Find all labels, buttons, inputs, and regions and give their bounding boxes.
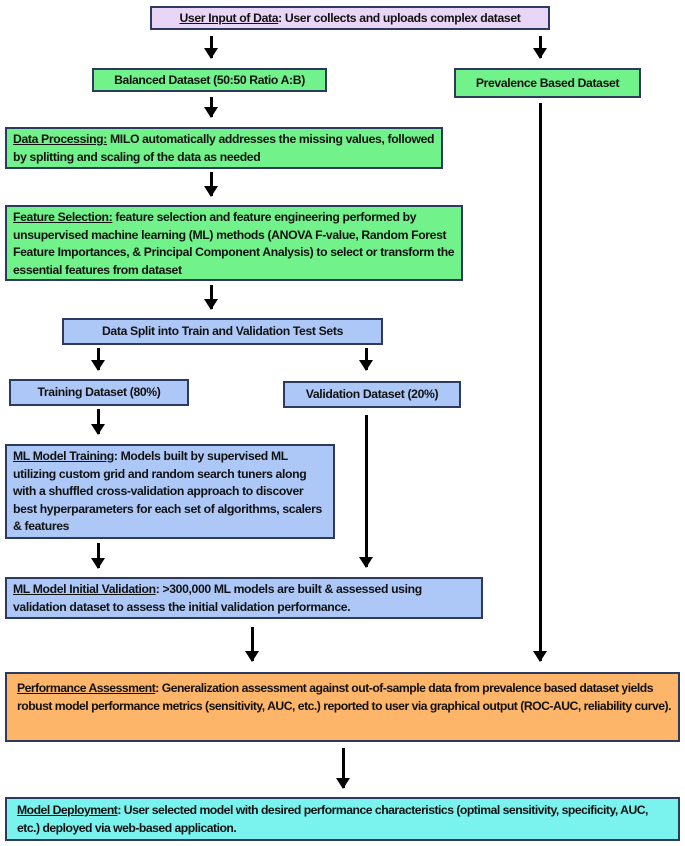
arrow-prevalence-to-performance bbox=[533, 103, 547, 662]
model-deployment-node: Model Deployment: User selected model wi… bbox=[5, 797, 680, 841]
data-split-node: Data Split into Train and Validation Tes… bbox=[62, 318, 383, 345]
node-text: Data Split into Train and Validation Tes… bbox=[101, 324, 343, 338]
node-title: Model Deployment bbox=[17, 803, 118, 817]
arrow-split-to-validation bbox=[359, 348, 373, 371]
user-input-node: User Input of Data: User collects and up… bbox=[150, 6, 550, 30]
node-text: User collects and uploads complex datase… bbox=[281, 11, 521, 25]
node-text: Validation Dataset (20%) bbox=[305, 387, 439, 401]
arrow-model-training-to-initial-validation bbox=[91, 543, 105, 569]
ml-model-training-node: ML Model Training: Models built by super… bbox=[5, 444, 335, 539]
performance-assessment-node: Performance Assessment: Generalization a… bbox=[5, 672, 680, 742]
arrow-input-to-prevalence bbox=[533, 36, 547, 59]
node-text: Prevalence Based Dataset bbox=[475, 76, 620, 90]
validation-dataset-node: Validation Dataset (20%) bbox=[283, 381, 461, 408]
node-title: Data Processing: bbox=[13, 132, 107, 146]
node-title: Feature Selection: bbox=[13, 210, 113, 224]
arrow-initial-validation-to-performance bbox=[245, 627, 259, 662]
arrow-processing-to-features bbox=[204, 172, 218, 197]
node-title: User Input of Data bbox=[179, 11, 279, 25]
feature-selection-node: Feature Selection: feature selection and… bbox=[5, 205, 463, 281]
node-title: ML Model Training bbox=[13, 449, 114, 463]
node-title: ML Model Initial Validation bbox=[13, 582, 156, 596]
balanced-dataset-node: Balanced Dataset (50:50 Ratio A:B) bbox=[92, 68, 327, 92]
prevalence-dataset-node: Prevalence Based Dataset bbox=[454, 68, 641, 98]
node-text: Balanced Dataset (50:50 Ratio A:B) bbox=[114, 73, 305, 87]
arrow-performance-to-deployment bbox=[336, 748, 350, 789]
arrow-training-to-model-training bbox=[91, 409, 105, 435]
arrow-split-to-training bbox=[91, 348, 105, 371]
training-dataset-node: Training Dataset (80%) bbox=[9, 379, 189, 406]
arrow-features-to-split bbox=[204, 285, 218, 310]
node-text: Training Dataset (80%) bbox=[37, 385, 161, 399]
ml-model-initial-validation-node: ML Model Initial Validation: >300,000 ML… bbox=[5, 577, 483, 619]
data-processing-node: Data Processing: MILO automatically addr… bbox=[5, 127, 443, 169]
node-title: Performance Assessment bbox=[17, 681, 156, 695]
arrow-validation-to-initial-validation bbox=[359, 415, 373, 568]
arrow-input-to-balanced bbox=[204, 36, 218, 59]
arrow-balanced-to-processing bbox=[204, 97, 218, 118]
